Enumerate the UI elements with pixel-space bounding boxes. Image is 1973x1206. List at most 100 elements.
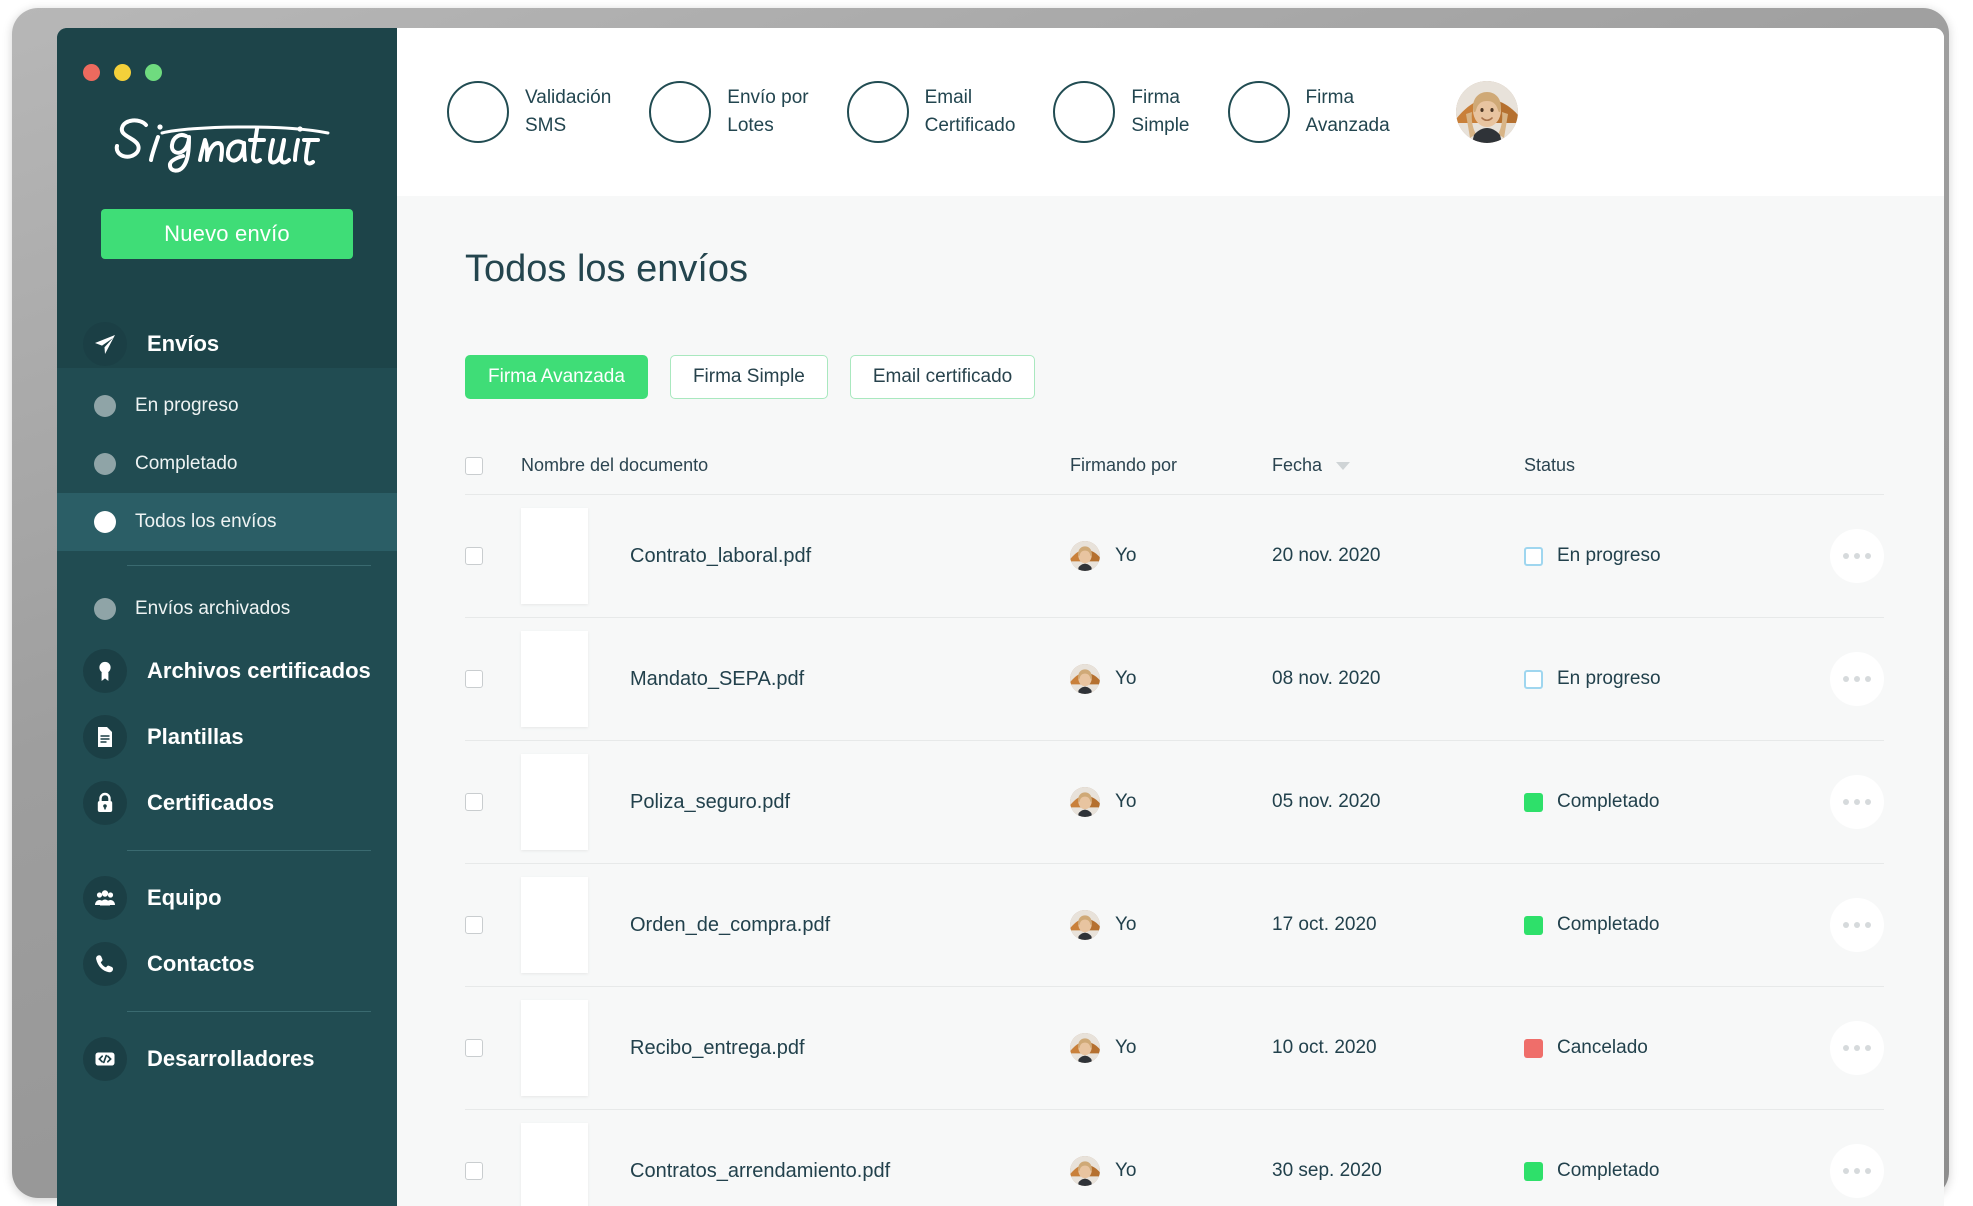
top-item-firma-simple[interactable]: Firma Simple	[1053, 81, 1190, 143]
document-date: 20 nov. 2020	[1272, 545, 1381, 566]
signer-name: Yo	[1115, 791, 1137, 812]
top-item-firma-avanzada[interactable]: Firma Avanzada	[1227, 81, 1390, 143]
signer-avatar	[1070, 1156, 1100, 1186]
column-header-date[interactable]: Fecha	[1272, 455, 1524, 476]
row-checkbox[interactable]	[465, 1039, 483, 1057]
top-item-envio-por-lotes[interactable]: Envío por Lotes	[649, 81, 809, 143]
document-name[interactable]: Contrato_laboral.pdf	[630, 545, 811, 568]
sidebar-item-label: Completado	[135, 453, 238, 474]
page-title: Todos los envíos	[465, 248, 749, 290]
lock-icon	[83, 781, 127, 825]
documents-table: Nombre del documento Firmando por Fecha …	[465, 437, 1884, 1206]
filter-email-certificado[interactable]: Email certificado	[849, 355, 1036, 399]
row-actions-button[interactable]	[1830, 652, 1884, 706]
document-name[interactable]: Mandato_SEPA.pdf	[630, 668, 804, 691]
user-menu[interactable]	[1455, 81, 1540, 143]
row-actions-button[interactable]	[1830, 529, 1884, 583]
bullet-icon	[94, 395, 116, 417]
row-checkbox[interactable]	[465, 547, 483, 565]
row-actions-button[interactable]	[1830, 1144, 1884, 1198]
sidebar-item-archivos-certificados[interactable]: Archivos certificados	[57, 638, 397, 704]
sidebar-item-todos-los-envios[interactable]: Todos los envíos	[57, 493, 397, 551]
row-checkbox[interactable]	[465, 1162, 483, 1180]
top-item-email-certificado[interactable]: Email Certificado	[846, 81, 1015, 143]
top-item-label: Validación SMS	[525, 87, 612, 136]
status-badge: En progreso	[1557, 668, 1661, 689]
sidebar-item-desarrolladores[interactable]: Desarrolladores	[57, 1026, 397, 1092]
status-badge: Completado	[1557, 914, 1660, 935]
main-area: Validación SMS Envío por Lotes Email Cer…	[397, 28, 1944, 1206]
sidebar-item-en-progreso[interactable]: En progreso	[57, 377, 397, 435]
sidebar-nav: Envíos En progreso Completado Todos los …	[57, 311, 397, 1092]
award-icon	[83, 649, 127, 693]
sidebar-item-envios-archivados[interactable]: Envíos archivados	[57, 580, 397, 638]
status-indicator-icon	[1524, 669, 1543, 689]
status-badge: Cancelado	[1557, 1037, 1648, 1058]
signer-avatar	[1070, 664, 1100, 694]
document-name[interactable]: Orden_de_compra.pdf	[630, 914, 830, 937]
document-thumbnail-icon	[521, 1123, 588, 1206]
document-date: 08 nov. 2020	[1272, 668, 1381, 689]
table-row[interactable]: Mandato_SEPA.pdf Yo 08 nov. 2020 En prog…	[465, 618, 1884, 741]
circle-outline-icon	[1053, 81, 1116, 143]
document-thumbnail-icon	[521, 1000, 588, 1096]
status-indicator-icon	[1524, 792, 1543, 812]
sidebar-item-label: En progreso	[135, 395, 239, 416]
row-actions-button[interactable]	[1830, 775, 1884, 829]
sidebar-item-label: Certificados	[147, 790, 275, 815]
signer-avatar	[1070, 1033, 1100, 1063]
bullet-icon	[94, 511, 116, 533]
chevron-down-icon[interactable]	[1336, 461, 1351, 470]
avatar	[1455, 81, 1518, 143]
column-header-status: Status	[1524, 455, 1576, 475]
table-row[interactable]: Orden_de_compra.pdf Yo 17 oct. 2020 Comp…	[465, 864, 1884, 987]
new-send-button[interactable]: Nuevo envío	[101, 209, 353, 259]
code-icon	[83, 1037, 127, 1081]
sidebar-item-certificados[interactable]: Certificados	[57, 770, 397, 836]
sidebar-item-label: Equipo	[147, 885, 222, 910]
row-actions-button[interactable]	[1830, 898, 1884, 952]
signer-name: Yo	[1115, 1160, 1137, 1181]
table-row[interactable]: Poliza_seguro.pdf Yo 05 nov. 2020 Comple…	[465, 741, 1884, 864]
document-date: 05 nov. 2020	[1272, 791, 1381, 812]
circle-outline-icon	[447, 81, 509, 143]
maximize-icon[interactable]	[145, 64, 162, 81]
column-header-date-label: Fecha	[1272, 455, 1323, 475]
row-checkbox[interactable]	[465, 670, 483, 688]
sidebar-item-envios[interactable]: Envíos	[57, 311, 397, 377]
select-all-checkbox[interactable]	[465, 456, 483, 475]
document-icon	[83, 715, 127, 759]
table-row[interactable]: Contrato_laboral.pdf Yo 20 nov. 2020 En …	[465, 495, 1884, 618]
filter-firma-avanzada[interactable]: Firma Avanzada	[465, 355, 648, 399]
circle-outline-icon	[846, 81, 909, 143]
window-traffic-lights[interactable]	[57, 28, 397, 81]
sidebar-item-contactos[interactable]: Contactos	[57, 931, 397, 997]
row-actions-button[interactable]	[1830, 1021, 1884, 1075]
phone-icon	[83, 942, 127, 986]
circle-outline-icon	[1227, 81, 1290, 143]
sidebar-item-label: Envíos	[147, 331, 220, 356]
row-checkbox[interactable]	[465, 793, 483, 811]
document-name[interactable]: Contratos_arrendamiento.pdf	[630, 1160, 890, 1183]
status-badge: Completado	[1557, 1160, 1660, 1181]
signer-avatar	[1070, 910, 1100, 940]
document-name[interactable]: Recibo_entrega.pdf	[630, 1037, 805, 1060]
signer-name: Yo	[1115, 668, 1137, 689]
sidebar-item-label: Desarrolladores	[147, 1046, 315, 1071]
close-icon[interactable]	[83, 64, 100, 81]
row-checkbox[interactable]	[465, 916, 483, 934]
table-row[interactable]: Contratos_arrendamiento.pdf Yo 30 sep. 2…	[465, 1110, 1884, 1206]
document-date: 10 oct. 2020	[1272, 1037, 1377, 1058]
column-header-signer: Firmando por	[1070, 455, 1178, 475]
table-row[interactable]: Recibo_entrega.pdf Yo 10 oct. 2020 Cance…	[465, 987, 1884, 1110]
sidebar-item-completado[interactable]: Completado	[57, 435, 397, 493]
sidebar-item-plantillas[interactable]: Plantillas	[57, 704, 397, 770]
status-indicator-icon	[1524, 546, 1543, 566]
status-indicator-icon	[1524, 915, 1543, 935]
document-name[interactable]: Poliza_seguro.pdf	[630, 791, 790, 814]
top-item-validacion-sms[interactable]: Validación SMS	[447, 81, 611, 143]
sidebar-item-equipo[interactable]: Equipo	[57, 865, 397, 931]
top-item-label: Envío por Lotes	[727, 87, 809, 136]
minimize-icon[interactable]	[114, 64, 131, 81]
filter-firma-simple[interactable]: Firma Simple	[669, 355, 828, 399]
